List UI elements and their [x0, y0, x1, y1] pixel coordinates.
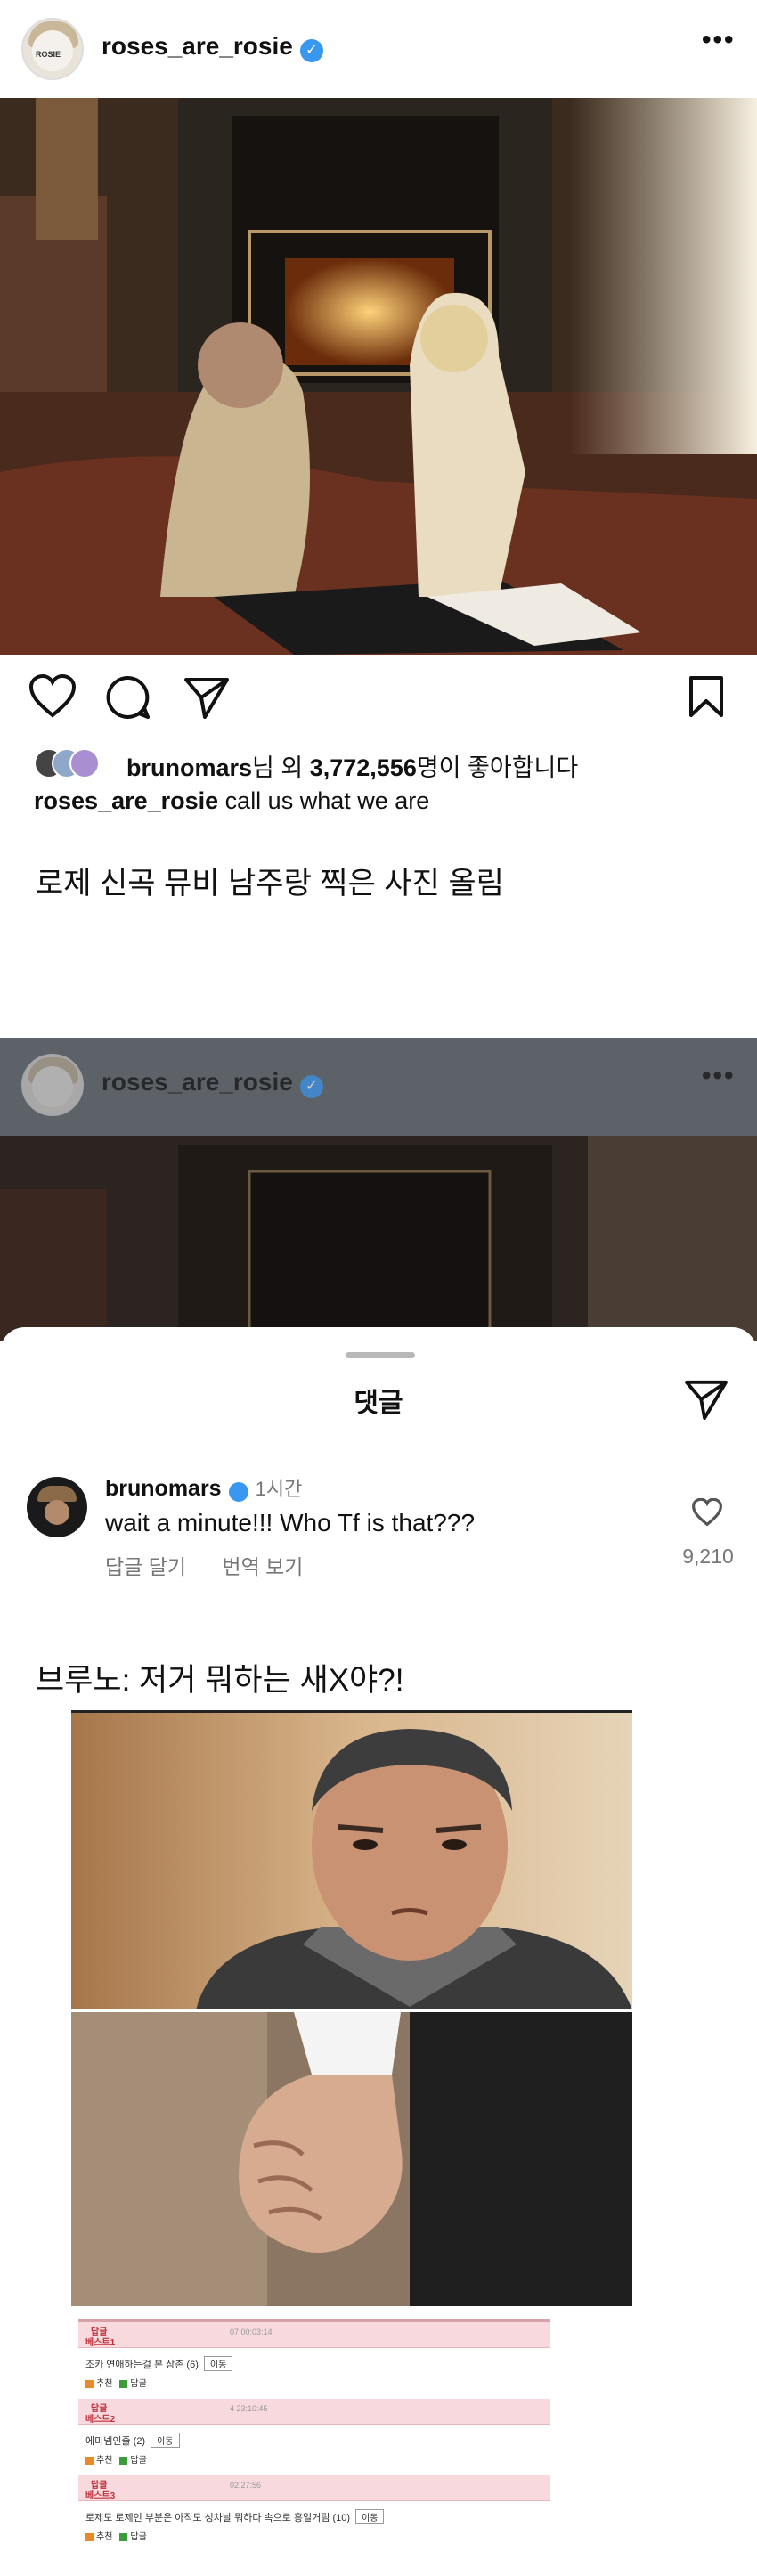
avatar[interactable]: ROSIE: [21, 18, 84, 80]
action-bar: [0, 655, 757, 744]
forum-row-recommend[interactable]: 추천: [96, 2456, 112, 2466]
comment-avatar[interactable]: [27, 1477, 87, 1537]
likes-suffix: 명이 좋아합니다: [416, 754, 579, 781]
forum-row-text: 로제도 로제인 부분은 아직도 성차날 뭐하다 속으로 흥얼거림 (10): [85, 2513, 351, 2523]
post-header: ROSIE roses_are_rosie ✓ •••: [0, 0, 757, 98]
comments-sheet: 댓글 brunomars 1시간 wait a minute!!! Who Tf …: [0, 1327, 757, 1603]
sheet-drag-handle[interactable]: [346, 1352, 415, 1358]
forum-row-reply[interactable]: 답글: [130, 2456, 146, 2466]
forum-row: 답글 베스트3 02:27:56 로제도 로제인 부분은 아직도 성차날 뭐하다 속으…: [78, 2475, 550, 2552]
likes-count[interactable]: 3,772,556: [310, 754, 417, 781]
sheet-title: 댓글: [354, 1389, 403, 1418]
forum-row-time: 07 00:03:14: [230, 2327, 273, 2336]
avatar-shirt: [32, 1066, 73, 1107]
likes-mid: 님 외: [252, 754, 310, 781]
forum-comments-image: 답글 베스트1 07 00:03:14 조카 연애하는걸 본 삼촌 (6) 이동 추천 답글…: [78, 2319, 550, 2559]
recommend-icon: [85, 2532, 94, 2541]
avatar: [21, 1054, 84, 1116]
forum-row: 답글 베스트2 4 23:10:45 에미넴인줄 (2) 이동 추천 답글: [78, 2399, 550, 2475]
forum-row-recommend[interactable]: 추천: [96, 2532, 112, 2542]
reply-icon: [119, 2532, 128, 2541]
meme-face-art: [71, 1713, 632, 2010]
reply-icon: [119, 2456, 128, 2465]
forum-row-time: 4 23:10:45: [230, 2404, 268, 2413]
second-post-area: roses_are_rosie ✓ •••: [0, 1038, 757, 1341]
forum-row-label: 베스트1: [85, 2338, 116, 2348]
forum-row-move-button[interactable]: 이동: [151, 2433, 180, 2448]
forum-row-move-button[interactable]: 이동: [355, 2509, 385, 2524]
verified-badge-icon: [228, 1481, 248, 1502]
recommend-icon: [85, 2456, 94, 2465]
forum-row-label: 베스트3: [85, 2491, 116, 2501]
comment-bubble-icon[interactable]: [105, 674, 151, 721]
more-icon[interactable]: •••: [702, 25, 736, 55]
reply-icon: [119, 2379, 128, 2388]
post-photo-art: [0, 98, 757, 655]
meme-fist-art: [71, 2012, 632, 2306]
verified-badge-icon: ✓: [299, 38, 323, 62]
share-send-icon[interactable]: [684, 1379, 729, 1420]
forum-row-move-button[interactable]: 이동: [203, 2356, 233, 2371]
forum-row-header: [78, 2475, 550, 2501]
writer-note: 로제 신곡 뮤비 남주랑 찍은 사진 올림: [36, 867, 504, 901]
caption-user[interactable]: roses_are_rosie: [34, 787, 218, 814]
like-heart-icon[interactable]: [28, 674, 77, 719]
comment-user[interactable]: brunomars: [105, 1476, 222, 1501]
more-icon: •••: [702, 1061, 736, 1090]
second-post-photo: [0, 1136, 757, 1341]
bookmark-icon[interactable]: [688, 674, 725, 719]
forum-row-text: 에미넴인줄 (2): [85, 2436, 146, 2447]
comment-time: 1시간: [255, 1478, 303, 1500]
post-photo[interactable]: [0, 98, 757, 655]
likes-user[interactable]: brunomars: [126, 754, 252, 781]
forum-row-time: 02:27:56: [230, 2481, 262, 2490]
second-post-username: roses_are_rosie: [102, 1068, 293, 1096]
forum-row: 답글 베스트1 07 00:03:14 조카 연애하는걸 본 삼촌 (6) 이동 추천 답글: [78, 2322, 550, 2399]
caption-text: call us what we are: [224, 787, 430, 814]
forum-row-header: [78, 2399, 550, 2425]
recommend-icon: [85, 2379, 94, 2388]
reply-link[interactable]: 답글 달기: [105, 1555, 186, 1578]
forum-row-reply[interactable]: 답글: [130, 2379, 146, 2389]
forum-row-header: [78, 2322, 550, 2348]
meme-image-face: [71, 1710, 632, 2010]
comment-text: wait a minute!!! Who Tf is that???: [105, 1509, 476, 1537]
forum-row-recommend[interactable]: 추천: [96, 2379, 112, 2389]
meme-caption: 브루노: 저거 뭐하는 새X야?!: [36, 1663, 404, 1698]
liker-avatar: [69, 748, 100, 779]
forum-row-label: 베스트2: [85, 2415, 116, 2425]
post-username[interactable]: roses_are_rosie: [102, 32, 293, 60]
comment-like-icon[interactable]: [691, 1498, 723, 1527]
forum-row-text: 조카 연애하는걸 본 삼촌 (6): [85, 2360, 199, 2370]
verified-badge-icon: ✓: [299, 1074, 323, 1098]
post-caption: roses_are_rosie call us what we are: [34, 787, 429, 815]
meme-image-fist: [71, 2009, 632, 2306]
share-send-icon[interactable]: [183, 676, 230, 719]
translate-link[interactable]: 번역 보기: [222, 1555, 303, 1578]
forum-row-reply[interactable]: 답글: [130, 2532, 146, 2542]
comment-like-count: 9,210: [682, 1545, 734, 1568]
avatar-caption: ROSIE: [36, 50, 61, 59]
